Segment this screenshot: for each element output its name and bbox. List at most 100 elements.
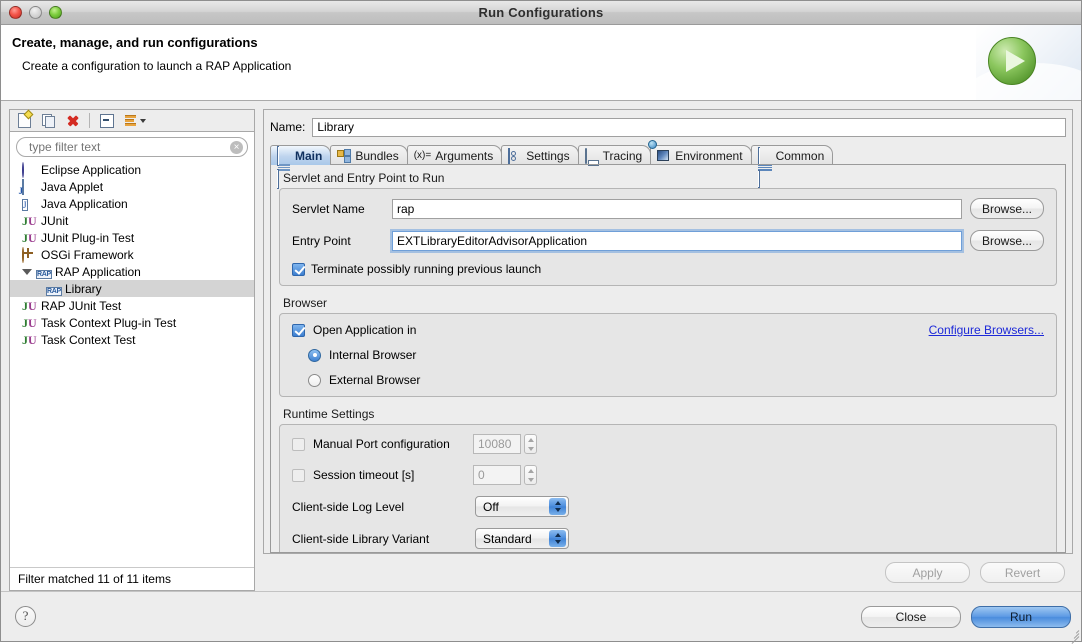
servlet-entry-point-group: Servlet and Entry Point to Run Servlet N…: [279, 171, 1057, 286]
help-icon[interactable]: ?: [15, 606, 36, 627]
servlet-name-input[interactable]: [392, 198, 962, 219]
new-page-icon[interactable]: [14, 112, 34, 130]
session-timeout-checkbox[interactable]: [292, 468, 305, 482]
browser-group: Browser Open Application in Configure Br…: [279, 296, 1057, 397]
tree-item-rap-application[interactable]: RAP RAP Application: [10, 263, 254, 280]
group-title: Runtime Settings: [283, 407, 375, 421]
tab-common[interactable]: Common: [750, 145, 834, 188]
entry-point-input[interactable]: [392, 230, 962, 251]
tab-bundles[interactable]: Bundles: [330, 145, 408, 165]
main-tab-icon: [277, 146, 291, 189]
external-browser-row[interactable]: External Browser: [308, 373, 1044, 387]
session-timeout-spin-buttons[interactable]: [524, 465, 537, 485]
manual-port-row: Manual Port configuration 10080: [292, 434, 1044, 454]
configuration-editor-box: Name: Main Bundles (x)= Arguments: [263, 109, 1073, 554]
tree-item-junit-plugin-test[interactable]: JU JUnit Plug-in Test: [10, 229, 254, 246]
tree-item-eclipse-application[interactable]: Eclipse Application: [10, 161, 254, 178]
junit-icon: JU: [22, 332, 37, 347]
log-level-select[interactable]: Off: [475, 496, 569, 517]
open-application-checkbox[interactable]: [292, 323, 305, 337]
tree-item-task-context-test[interactable]: JU Task Context Test: [10, 331, 254, 348]
chevron-down-icon: [139, 118, 146, 123]
configurations-tree-box: × Eclipse Application Java Applet J Java: [9, 131, 255, 591]
configuration-name-input[interactable]: [312, 117, 1066, 137]
java-applet-icon: [22, 178, 37, 195]
chevron-updown-icon: [549, 530, 566, 547]
filter-icon[interactable]: [121, 112, 149, 130]
group-body: Open Application in Configure Browsers..…: [279, 313, 1057, 397]
tab-arguments[interactable]: (x)= Arguments: [406, 145, 503, 165]
banner-graphic: [976, 25, 1081, 100]
tab-settings[interactable]: Settings: [501, 145, 579, 165]
tab-label: Main: [295, 148, 323, 163]
arguments-tab-icon: (x)=: [413, 150, 432, 161]
name-row: Name:: [270, 116, 1066, 138]
tree-item-task-context-plugin-test[interactable]: JU Task Context Plug-in Test: [10, 314, 254, 331]
footer-buttons: Close Run: [861, 605, 1071, 628]
session-timeout-stepper[interactable]: 0: [473, 465, 537, 485]
tab-label: Settings: [526, 148, 570, 163]
tree-item-label: Java Applet: [41, 179, 104, 194]
external-browser-radio[interactable]: [308, 373, 321, 387]
tree-item-label: JUnit Plug-in Test: [41, 230, 135, 245]
tree-item-osgi-framework[interactable]: OSGi Framework: [10, 246, 254, 263]
collapse-all-icon[interactable]: [97, 112, 117, 130]
tab-environment[interactable]: Environment: [650, 145, 752, 165]
tree-item-label: Task Context Test: [41, 332, 136, 347]
tree-item-label: RAP Application: [55, 264, 141, 279]
window-title: Run Configurations: [478, 5, 604, 20]
run-button[interactable]: Run: [971, 605, 1071, 628]
filter-field[interactable]: ×: [16, 137, 248, 157]
log-level-label: Client-side Log Level: [292, 499, 405, 514]
junit-icon: JU: [22, 298, 37, 313]
terminate-previous-label: Terminate possibly running previous laun…: [311, 262, 542, 276]
tree-item-label: OSGi Framework: [41, 247, 134, 262]
manual-port-value[interactable]: 10080: [473, 434, 521, 454]
expand-arrow-icon[interactable]: [22, 268, 32, 275]
resize-grip[interactable]: [1067, 627, 1080, 644]
search-input[interactable]: [27, 139, 230, 155]
session-timeout-value[interactable]: 0: [473, 465, 521, 485]
servlet-name-label: Servlet Name: [292, 201, 365, 216]
terminate-previous-row[interactable]: Terminate possibly running previous laun…: [292, 262, 1044, 276]
open-application-row: Open Application in Configure Browsers..…: [292, 323, 1044, 337]
manual-port-spin-buttons[interactable]: [524, 434, 537, 454]
tree-item-java-applet[interactable]: Java Applet: [10, 178, 254, 195]
osgi-icon: [22, 246, 37, 263]
main-tab-page: Servlet and Entry Point to Run Servlet N…: [270, 165, 1066, 553]
library-variant-select[interactable]: Standard: [475, 528, 569, 549]
open-application-label: Open Application in: [313, 323, 417, 337]
internal-browser-label: Internal Browser: [329, 348, 417, 362]
configure-browsers-link[interactable]: Configure Browsers...: [929, 323, 1044, 337]
internal-browser-row[interactable]: Internal Browser: [308, 348, 1044, 362]
clear-filter-icon[interactable]: ×: [230, 140, 243, 154]
tree-item-junit[interactable]: JU JUnit: [10, 212, 254, 229]
entry-point-browse-button[interactable]: Browse...: [969, 230, 1044, 251]
group-body: Manual Port configuration 10080 Session …: [279, 424, 1057, 552]
apply-button[interactable]: Apply: [885, 562, 970, 583]
tree-item-java-application[interactable]: J Java Application: [10, 195, 254, 212]
close-button[interactable]: Close: [861, 605, 961, 628]
tab-label: Arguments: [435, 148, 494, 163]
configuration-editor-panel: Name: Main Bundles (x)= Arguments: [263, 109, 1073, 591]
tree-item-label: JUnit: [41, 213, 69, 228]
tab-main[interactable]: Main: [270, 145, 332, 189]
tree-item-library[interactable]: RAP Library: [10, 280, 254, 297]
manual-port-checkbox[interactable]: [292, 437, 305, 451]
red-x-delete-icon[interactable]: [62, 112, 82, 130]
manual-port-stepper[interactable]: 10080: [473, 434, 537, 454]
bundles-tab-icon: [337, 149, 352, 163]
copy-pages-icon[interactable]: [38, 112, 58, 130]
terminate-previous-checkbox[interactable]: [292, 262, 305, 276]
tab-label: Common: [775, 148, 825, 163]
external-browser-label: External Browser: [329, 373, 421, 387]
junit-plugin-icon: JU: [22, 315, 37, 330]
revert-button[interactable]: Revert: [980, 562, 1065, 583]
tab-tracing[interactable]: Tracing: [577, 145, 652, 165]
filter-row: ×: [10, 132, 254, 160]
tab-bar: Main Bundles (x)= Arguments Settings Tra…: [270, 144, 1066, 189]
servlet-browse-button[interactable]: Browse...: [969, 198, 1044, 219]
library-variant-value: Standard: [483, 531, 532, 546]
tree-item-rap-junit-test[interactable]: JU RAP JUnit Test: [10, 297, 254, 314]
internal-browser-radio[interactable]: [308, 348, 321, 362]
